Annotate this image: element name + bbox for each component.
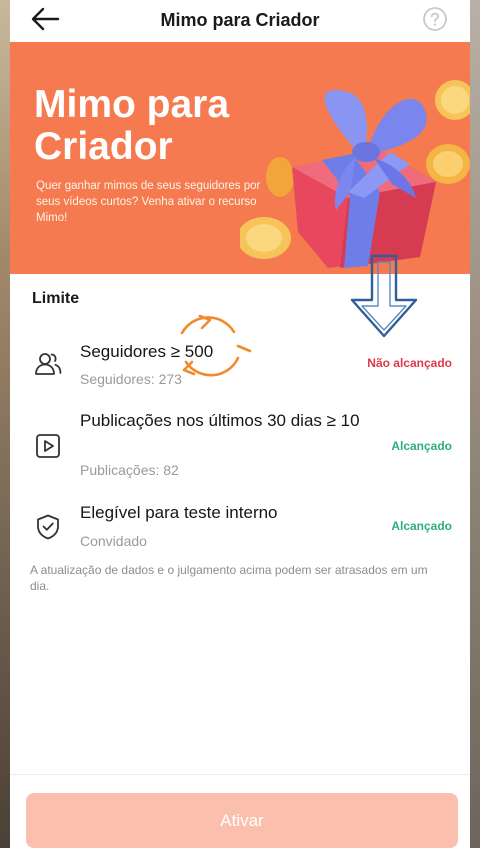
banner-title-line1: Mimo para	[34, 83, 230, 126]
requirement-title: Publicações nos últimos 30 dias ≥ 10	[80, 411, 360, 430]
app-screen: Mimo para Criador Mimo para Criador Quer…	[10, 0, 470, 848]
coin-icon	[426, 144, 470, 184]
footer-divider	[10, 774, 470, 775]
coin-icon	[240, 217, 291, 259]
promo-banner: Mimo para Criador Quer ganhar mimos de s…	[10, 42, 470, 274]
gift-box-illustration	[240, 80, 470, 268]
requirement-value: Publicações: 82	[80, 462, 179, 478]
status-badge: Alcançado	[391, 519, 452, 533]
delay-note: A atualização de dados e o julgamento ac…	[30, 563, 428, 593]
activate-button[interactable]: Ativar	[26, 793, 458, 848]
section-title: Limite	[32, 290, 80, 307]
requirement-title: Elegível para teste interno	[80, 503, 278, 522]
question-circle-icon	[423, 7, 447, 31]
arrow-left-icon	[31, 7, 60, 31]
background-left	[0, 0, 10, 848]
requirement-value: Seguidores: 273	[80, 371, 182, 387]
back-button[interactable]	[28, 4, 62, 34]
coin-icon	[435, 80, 470, 120]
video-play-icon	[36, 434, 60, 458]
top-bar: Mimo para Criador	[10, 0, 470, 40]
requirement-value: Convidado	[80, 533, 147, 549]
page-title: Mimo para Criador	[160, 9, 320, 30]
banner-title-line2: Criador	[34, 125, 173, 168]
shield-check-icon	[37, 514, 59, 540]
status-badge: Alcançado	[391, 439, 452, 453]
banner-title: Mimo para Criador	[34, 84, 274, 168]
requirement-title: Seguidores ≥ 500	[80, 342, 214, 361]
coin-icon	[266, 157, 294, 197]
background-right	[470, 0, 480, 848]
status-badge: Não alcançado	[367, 356, 452, 370]
help-button[interactable]	[422, 6, 448, 32]
users-icon	[35, 353, 62, 375]
banner-description: Quer ganhar mimos de seus seguidores por…	[36, 180, 261, 224]
